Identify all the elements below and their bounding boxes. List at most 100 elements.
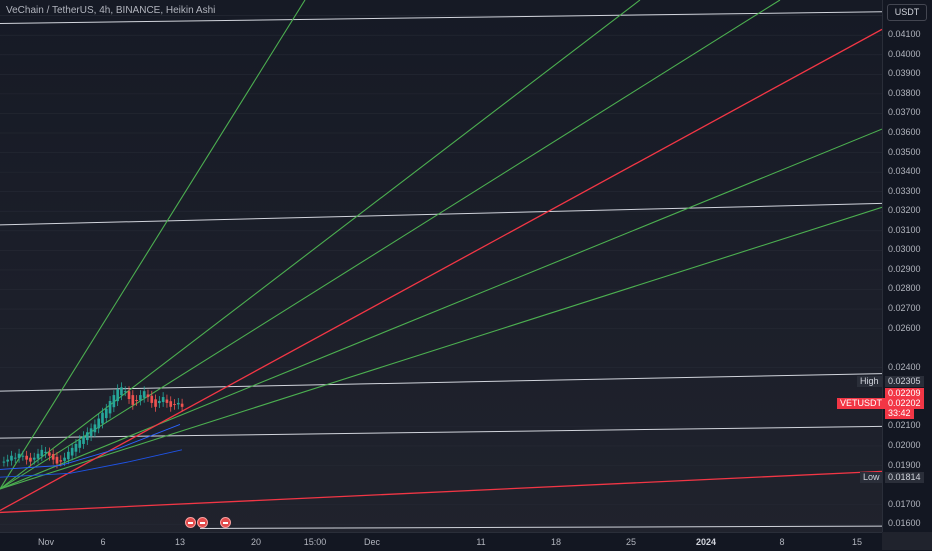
candle-body[interactable]	[36, 453, 40, 459]
trend-line-red[interactable]	[0, 470, 882, 514]
candle-body[interactable]	[78, 440, 82, 448]
candle-body[interactable]	[165, 399, 169, 403]
candle-body[interactable]	[74, 443, 78, 452]
candle-body[interactable]	[154, 399, 157, 407]
candle-body[interactable]	[21, 455, 25, 457]
candle-body[interactable]	[176, 402, 180, 405]
candle-body[interactable]	[131, 395, 135, 405]
candle-body[interactable]	[70, 447, 74, 456]
candle-body[interactable]	[108, 400, 112, 414]
candle-body[interactable]	[173, 404, 176, 406]
candle-body[interactable]	[180, 403, 184, 407]
moving-average-line	[0, 449, 183, 478]
candle-body[interactable]	[48, 452, 51, 456]
low-label-tag: Low	[860, 472, 883, 483]
candle-body[interactable]	[112, 395, 116, 408]
price-axis[interactable]: 0.042000.041000.040000.039000.038000.037…	[882, 0, 932, 532]
candle-body[interactable]	[51, 454, 55, 460]
chart-legend-title: VeChain / TetherUS, 4h, BINANCE, Heikin …	[6, 5, 216, 16]
candle-body[interactable]	[67, 451, 70, 460]
candle-body[interactable]	[139, 395, 142, 401]
candle-body[interactable]	[161, 397, 165, 403]
chart-root: VeChain / TetherUS, 4h, BINANCE, Heikin …	[0, 0, 932, 551]
price-tick-label: 0.03600	[888, 127, 921, 137]
candle-body[interactable]	[146, 394, 150, 398]
price-tick-label: 0.01600	[888, 518, 921, 529]
candle-body[interactable]	[17, 453, 21, 458]
event-icon[interactable]	[185, 517, 196, 528]
gann-fan-line[interactable]	[0, 0, 781, 490]
currency-selector-button[interactable]: USDT	[887, 4, 927, 21]
time-tick-label: 2024	[695, 537, 717, 547]
candle-body[interactable]	[123, 391, 127, 393]
candle-body[interactable]	[120, 387, 123, 396]
candle-body[interactable]	[169, 401, 173, 407]
candle-body[interactable]	[101, 412, 104, 424]
horizontal-level-line[interactable]	[199, 525, 882, 529]
time-tick-label: 13	[174, 537, 186, 547]
candle-body[interactable]	[158, 400, 161, 404]
gann-fan-line[interactable]	[0, 0, 306, 490]
gann-fan-line[interactable]	[0, 206, 882, 490]
price-tick-label: 0.01900	[888, 459, 921, 470]
time-axis[interactable]: Nov 6 13 20 15:00 Dec 11 18 25 2024 8 15	[0, 532, 882, 551]
candle-body[interactable]	[85, 432, 89, 441]
event-icon[interactable]	[220, 517, 231, 528]
candle-body[interactable]	[6, 459, 10, 462]
gann-fan-line[interactable]	[0, 0, 641, 490]
candle-body[interactable]	[135, 399, 138, 401]
price-tick-label: 0.02600	[888, 322, 921, 333]
candle-body[interactable]	[59, 460, 63, 462]
candle-body[interactable]	[55, 456, 59, 464]
price-tick-label: 0.01700	[888, 498, 921, 509]
candle-body[interactable]	[97, 418, 101, 429]
high-label-tag: High	[857, 376, 882, 387]
symbol-tag: VETUSDT	[837, 398, 886, 409]
price-tick-label: 0.04100	[888, 29, 921, 40]
candle-body[interactable]	[104, 408, 108, 419]
candle-body[interactable]	[44, 451, 47, 454]
time-tick-label: 25	[625, 537, 637, 547]
price-tick-label: 0.02400	[888, 361, 921, 372]
time-tick-label: 18	[550, 537, 562, 547]
candle-body[interactable]	[25, 455, 28, 460]
time-tick-label: 8	[779, 537, 785, 547]
candle-body[interactable]	[93, 424, 97, 433]
candle-body[interactable]	[127, 391, 131, 399]
candle-body[interactable]	[150, 395, 154, 403]
candle-body[interactable]	[10, 455, 13, 461]
candle-body[interactable]	[63, 457, 66, 461]
candle-body[interactable]	[2, 461, 6, 463]
price-tick-label: 0.03400	[888, 166, 921, 177]
candle-body[interactable]	[40, 449, 44, 457]
event-icon[interactable]	[197, 517, 208, 528]
candle-body[interactable]	[89, 428, 93, 437]
candle-body[interactable]	[142, 391, 146, 398]
price-tick-label: 0.02800	[888, 283, 921, 294]
candle-body[interactable]	[82, 436, 85, 444]
high-value-tag: 0.02305	[885, 376, 924, 387]
price-tick-label: 0.02900	[888, 263, 921, 274]
time-tick-label: 15:00	[303, 537, 327, 547]
horizontal-level-line[interactable]	[0, 202, 882, 226]
time-tick-label: 20	[250, 537, 262, 547]
countdown-tag: 33:42	[885, 408, 914, 419]
price-tick-label: 0.03800	[888, 87, 921, 98]
price-tick-label: 0.03100	[888, 224, 921, 235]
price-tick-label: 0.03900	[888, 68, 921, 79]
horizontal-level-line[interactable]	[0, 425, 882, 439]
price-tick-label: 0.03300	[888, 185, 921, 196]
price-tick-label: 0.04000	[888, 48, 921, 59]
price-tick-label: 0.02100	[888, 420, 921, 431]
price-tick-label: 0.03500	[888, 146, 921, 157]
candle-body[interactable]	[32, 457, 36, 460]
candle-body[interactable]	[29, 457, 32, 462]
chart-plot-area[interactable]	[0, 0, 882, 532]
time-tick-label: 11	[476, 537, 486, 547]
price-tick-label: 0.03000	[888, 244, 921, 255]
candle-body[interactable]	[13, 457, 17, 459]
chart-svg	[0, 0, 882, 529]
time-tick-label: 15	[851, 537, 863, 547]
candle-body[interactable]	[116, 389, 119, 402]
price-tick-label: 0.03700	[888, 107, 921, 118]
